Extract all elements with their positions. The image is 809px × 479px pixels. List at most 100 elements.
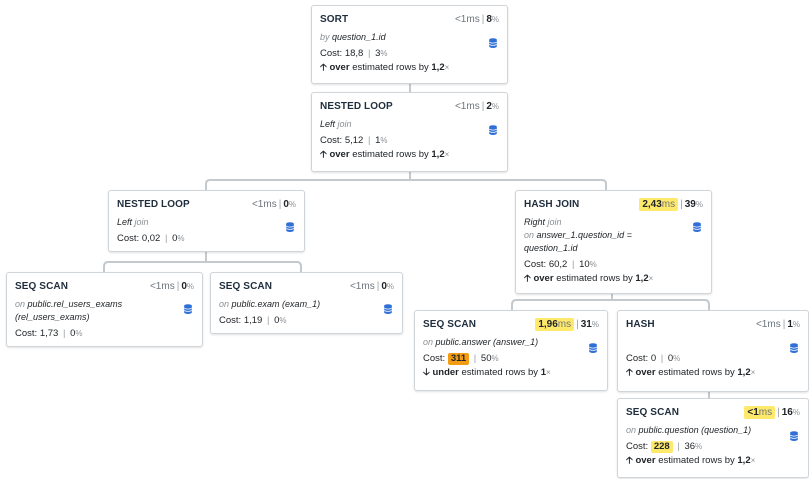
edge-nl2-children [103, 252, 302, 272]
plan-node-seq-scan-rel-users-exams[interactable]: SEQ SCAN <1ms | 0% on public.rel_users_exa… [6, 272, 203, 347]
duration-unit: ms [758, 407, 773, 418]
cost-label: Cost: [626, 353, 649, 364]
duration-highlight: 2,43ms [639, 198, 679, 211]
estimate-direction: over [329, 62, 350, 73]
plan-node-hash[interactable]: HASH <1ms | 1% Cost: 0 | 0% 🡡 over estimat… [617, 310, 809, 392]
time-percent: 8% [486, 14, 499, 25]
duration: <1ms [455, 14, 480, 25]
plan-node-seq-scan-exam[interactable]: SEQ SCAN <1ms | 0% on public.exam (exam_1)… [210, 272, 403, 334]
time-percent: 1% [787, 319, 800, 330]
node-type: HASH [626, 319, 655, 330]
node-metrics: 1,96ms | 31% [535, 317, 599, 332]
database-icon [384, 304, 392, 314]
cost-percent: 50 [480, 353, 492, 364]
separator: | [367, 48, 371, 59]
percent-value: 16 [781, 407, 793, 418]
node-cost: Cost: 228 | 36% [626, 440, 800, 453]
duration-highlight: <1ms [744, 406, 776, 419]
time-percent: 0% [181, 281, 194, 292]
database-icon [489, 38, 497, 48]
cost-label: Cost: [524, 259, 547, 270]
database-icon [693, 222, 701, 232]
time-percent: 2% [486, 101, 499, 112]
plan-node-nested-loop-left[interactable]: NESTED LOOP <1ms | 0% Left join Cost: 0,02… [108, 190, 305, 252]
cost-value-badge: 311 [447, 353, 470, 365]
percent-sign: % [491, 102, 499, 111]
node-type: HASH JOIN [524, 199, 580, 210]
percent-sign: % [491, 15, 499, 24]
node-description: by question_1.id [320, 31, 499, 44]
estimate-direction: over [635, 367, 656, 378]
estimate-text: estimated rows by [352, 149, 429, 160]
separator: | [660, 353, 664, 364]
cost-value: 0,02 [141, 233, 161, 244]
percent-value: 39 [684, 199, 696, 210]
cost-value-badge: 228 [650, 441, 673, 453]
node-metrics: <1ms | 0% [252, 197, 296, 212]
percent-sign: % [591, 320, 599, 329]
estimate-x: × [444, 63, 450, 72]
duration: <1ms [252, 199, 277, 210]
plan-node-hash-join[interactable]: HASH JOIN 2,43ms | 39% Right join on answer… [515, 190, 712, 294]
node-type: SEQ SCAN [423, 319, 477, 330]
time-percent: 0% [381, 281, 394, 292]
node-description: on public.question (question_1) [626, 424, 800, 437]
time-percent: 31% [581, 319, 599, 330]
node-header: SEQ SCAN 1,96ms | 31% [423, 317, 599, 332]
relation-name: public.exam (exam_1) [231, 299, 321, 309]
arrow-up-icon: 🡡 [524, 273, 531, 284]
node-description: Left join [117, 216, 296, 229]
plan-node-sort[interactable]: SORT <1ms | 8% by question_1.id Cost: 18,8… [311, 5, 508, 84]
separator: | [176, 281, 180, 292]
node-metrics: <1ms | 16% [744, 405, 800, 420]
arrow-up-icon: 🡡 [320, 62, 327, 73]
node-header: SEQ SCAN <1ms | 16% [626, 405, 800, 420]
node-metrics: <1ms | 0% [150, 279, 194, 294]
duration-unit: ms [767, 319, 781, 330]
plan-node-nested-loop[interactable]: NESTED LOOP <1ms | 2% Left join Cost: 5,12… [311, 92, 508, 172]
plan-node-seq-scan-answer[interactable]: SEQ SCAN 1,96ms | 31% on public.answer (an… [414, 310, 608, 391]
cost-percent: 10 [579, 259, 590, 270]
duration-value: <1 [251, 199, 264, 210]
desc-on: on [219, 299, 230, 309]
cost-label: Cost: [626, 441, 649, 452]
duration-value: <1 [454, 14, 467, 25]
separator: | [278, 199, 282, 210]
separator: | [677, 441, 680, 452]
database-icon [286, 222, 294, 232]
estimate-factor: 1,2 [635, 273, 649, 284]
estimate-direction: over [533, 273, 554, 284]
time-percent: 0% [283, 199, 296, 210]
node-metrics: 2,43ms | 39% [639, 197, 703, 212]
estimate-x: × [750, 456, 756, 465]
edge-nestedloop-children [205, 172, 607, 190]
time-percent: 39% [685, 199, 703, 210]
estimate-direction: over [635, 455, 656, 466]
desc-key: question_1.id [332, 32, 386, 42]
duration-value: 2,43 [642, 199, 662, 210]
relation-name: public.question (question_1) [638, 425, 752, 435]
duration: <1ms [350, 281, 375, 292]
node-cost: Cost: 0 | 0% [626, 352, 800, 365]
cost-value: 1,19 [243, 315, 263, 326]
cost-label: Cost: [423, 353, 446, 364]
node-cost: Cost: 311 | 50% [423, 352, 599, 365]
estimate-x: × [648, 274, 654, 283]
estimate-direction: under [432, 367, 459, 378]
duration-value: <1 [755, 319, 768, 330]
node-description: on public.answer (answer_1) [423, 336, 599, 349]
node-description: on public.rel_users_exams (rel_users_exa… [15, 298, 194, 324]
plan-node-seq-scan-question[interactable]: SEQ SCAN <1ms | 16% on public.question (qu… [617, 398, 809, 478]
estimate-text: estimated rows by [352, 62, 429, 73]
join-condition: answer_1.question_id = question_1.id [524, 230, 632, 253]
node-type: SEQ SCAN [626, 407, 680, 418]
row-estimate: 🡣 under estimated rows by 1× [423, 366, 599, 379]
relation-name: public.rel_users_exams (rel_users_exams) [15, 299, 123, 322]
separator: | [571, 259, 575, 270]
node-header: HASH <1ms | 1% [626, 317, 800, 332]
node-metrics: <1ms | 2% [455, 99, 499, 114]
separator: | [782, 319, 786, 330]
cost-percent-sign: % [673, 354, 681, 363]
desc-on: on [524, 230, 535, 240]
desc-suffix: join [134, 217, 149, 227]
